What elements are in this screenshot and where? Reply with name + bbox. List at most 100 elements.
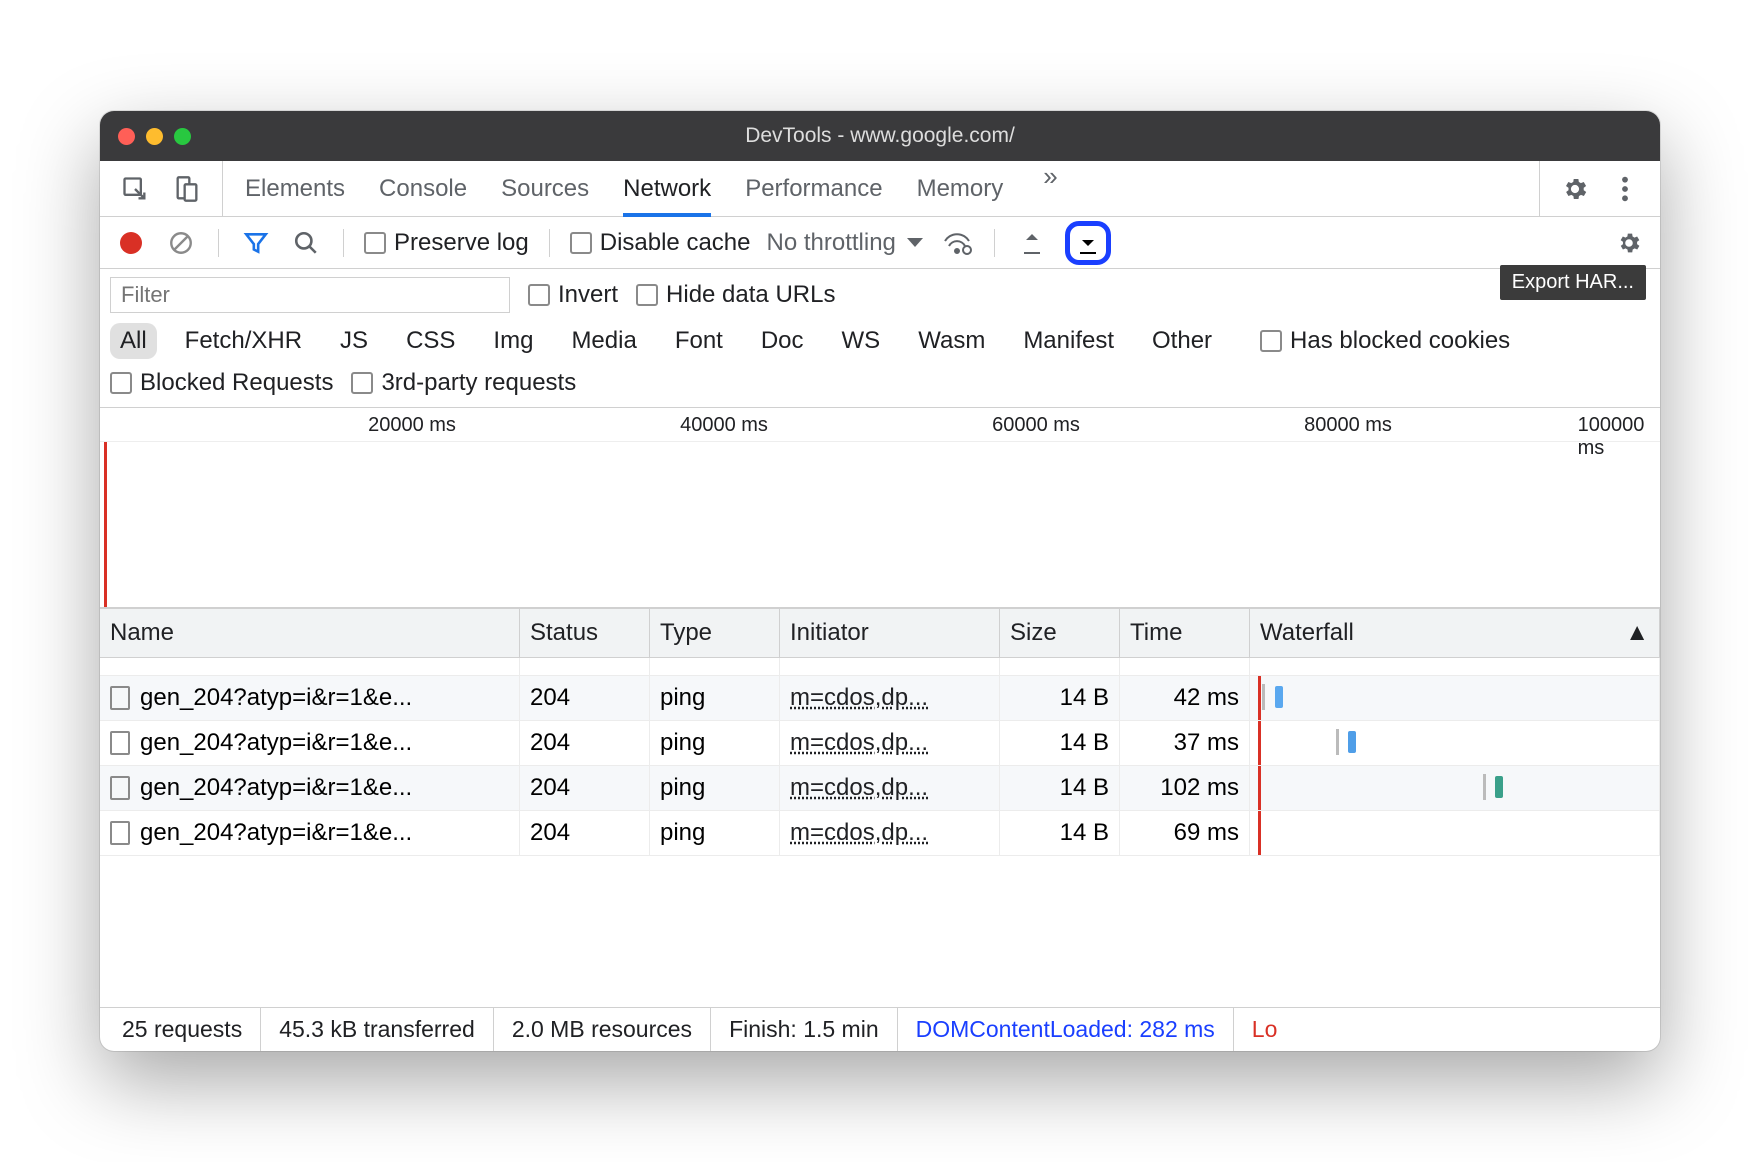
table-row[interactable]: gen_204?atyp=i&r=1&e...204pingm=cdos,dp.… [100, 676, 1660, 721]
filter-chip-other[interactable]: Other [1142, 323, 1222, 359]
kebab-menu-icon[interactable] [1608, 172, 1642, 206]
network-toolbar: Preserve log Disable cache No throttling… [100, 217, 1660, 269]
filter-chip-css[interactable]: CSS [396, 323, 465, 359]
status-finish: Finish: 1.5 min [711, 1008, 898, 1051]
search-icon[interactable] [289, 226, 323, 260]
filter-chip-js[interactable]: JS [330, 323, 378, 359]
window-title: DevTools - www.google.com/ [100, 124, 1660, 148]
file-icon [110, 776, 130, 800]
filter-chip-fetch[interactable]: Fetch/XHR [175, 323, 312, 359]
tick-label: 40000 ms [680, 414, 768, 437]
checkbox-icon [110, 372, 132, 394]
timeline-overview[interactable]: 20000 ms 40000 ms 60000 ms 80000 ms 1000… [100, 408, 1660, 608]
disable-cache-checkbox[interactable]: Disable cache [570, 229, 751, 257]
filter-chip-media[interactable]: Media [561, 323, 646, 359]
filter-chip-wasm[interactable]: Wasm [908, 323, 995, 359]
cell-status: 204 [520, 766, 650, 811]
cell-time: 102 ms [1120, 766, 1250, 811]
table-row[interactable]: gen_204?atyp=i&r=1&e...204pingm=cdos,dp.… [100, 766, 1660, 811]
throttling-value: No throttling [766, 229, 895, 257]
dcl-marker [1258, 676, 1261, 720]
blocked-requests-label: Blocked Requests [140, 369, 333, 397]
cell-time: 42 ms [1120, 676, 1250, 721]
cell-initiator[interactable]: m=cdos,dp... [780, 811, 1000, 856]
tabs-overflow-button[interactable]: » [1037, 161, 1063, 216]
table-row[interactable] [100, 658, 1660, 676]
col-type[interactable]: Type [650, 609, 780, 657]
col-name[interactable]: Name [100, 609, 520, 657]
tick-label: 20000 ms [368, 414, 456, 437]
preserve-log-checkbox[interactable]: Preserve log [364, 229, 529, 257]
tick-label: 80000 ms [1304, 414, 1392, 437]
file-icon [110, 686, 130, 710]
inspect-icon[interactable] [118, 172, 152, 206]
col-status[interactable]: Status [520, 609, 650, 657]
cell-waterfall [1250, 766, 1660, 811]
dcl-marker [1258, 766, 1261, 810]
filter-chip-manifest[interactable]: Manifest [1013, 323, 1124, 359]
cell-name: gen_204?atyp=i&r=1&e... [100, 766, 520, 811]
cell-time: 37 ms [1120, 721, 1250, 766]
blocked-requests-checkbox[interactable]: Blocked Requests [110, 369, 333, 397]
cell-initiator[interactable]: m=cdos,dp... [780, 766, 1000, 811]
requests-table: Name Status Type Initiator Size Time Wat… [100, 608, 1660, 1007]
third-party-checkbox[interactable]: 3rd-party requests [351, 369, 576, 397]
cell-initiator[interactable]: m=cdos,dp... [780, 676, 1000, 721]
col-size[interactable]: Size [1000, 609, 1120, 657]
preserve-log-label: Preserve log [394, 229, 529, 257]
cell-size: 14 B [1000, 676, 1120, 721]
filter-chip-all[interactable]: All [110, 323, 157, 359]
status-transferred: 45.3 kB transferred [261, 1008, 494, 1051]
file-icon [110, 731, 130, 755]
col-waterfall[interactable]: Waterfall▲ [1250, 609, 1660, 657]
cell-initiator[interactable]: m=cdos,dp... [780, 721, 1000, 766]
tab-console[interactable]: Console [379, 161, 467, 216]
hide-data-urls-checkbox[interactable]: Hide data URLs [636, 281, 835, 309]
col-initiator[interactable]: Initiator [780, 609, 1000, 657]
cell-size: 14 B [1000, 721, 1120, 766]
cell-status: 204 [520, 811, 650, 856]
device-toggle-icon[interactable] [170, 172, 204, 206]
invert-checkbox[interactable]: Invert [528, 281, 618, 309]
throttling-select[interactable]: No throttling [766, 229, 923, 257]
table-header: Name Status Type Initiator Size Time Wat… [100, 608, 1660, 658]
table-row[interactable]: gen_204?atyp=i&r=1&e...204pingm=cdos,dp.… [100, 721, 1660, 766]
tab-network[interactable]: Network [623, 161, 711, 216]
dcl-marker [1258, 811, 1261, 855]
cell-waterfall [1250, 676, 1660, 721]
import-har-icon[interactable] [1015, 226, 1049, 260]
has-blocked-cookies-checkbox[interactable]: Has blocked cookies [1260, 327, 1510, 355]
col-time[interactable]: Time [1120, 609, 1250, 657]
tab-sources[interactable]: Sources [501, 161, 589, 216]
cell-status: 204 [520, 721, 650, 766]
status-bar: 25 requests 45.3 kB transferred 2.0 MB r… [100, 1007, 1660, 1051]
settings-gear-icon[interactable] [1558, 172, 1592, 206]
cell-name: gen_204?atyp=i&r=1&e... [100, 811, 520, 856]
export-har-button[interactable] [1065, 221, 1111, 265]
filter-chip-img[interactable]: Img [483, 323, 543, 359]
cell-time: 69 ms [1120, 811, 1250, 856]
table-row[interactable]: gen_204?atyp=i&r=1&e...204pingm=cdos,dp.… [100, 811, 1660, 856]
third-party-label: 3rd-party requests [381, 369, 576, 397]
status-load: Lo [1234, 1008, 1296, 1051]
network-settings-gear-icon[interactable] [1612, 226, 1646, 260]
checkbox-icon [351, 372, 373, 394]
cell-type: ping [650, 676, 780, 721]
tab-elements[interactable]: Elements [245, 161, 345, 216]
checkbox-icon [636, 284, 658, 306]
cell-waterfall [1250, 811, 1660, 856]
checkbox-icon [364, 232, 386, 254]
filter-chip-ws[interactable]: WS [832, 323, 891, 359]
tab-memory[interactable]: Memory [917, 161, 1004, 216]
filter-input[interactable] [110, 277, 510, 313]
cell-type: ping [650, 811, 780, 856]
tab-performance[interactable]: Performance [745, 161, 882, 216]
clear-icon[interactable] [164, 226, 198, 260]
network-conditions-icon[interactable] [940, 226, 974, 260]
filter-chip-font[interactable]: Font [665, 323, 733, 359]
filter-funnel-icon[interactable] [239, 226, 273, 260]
filter-chip-doc[interactable]: Doc [751, 323, 814, 359]
record-button[interactable] [114, 226, 148, 260]
timeline-body[interactable] [100, 442, 1660, 607]
filter-bar: Invert Hide data URLs All Fetch/XHR JS C… [100, 269, 1660, 408]
